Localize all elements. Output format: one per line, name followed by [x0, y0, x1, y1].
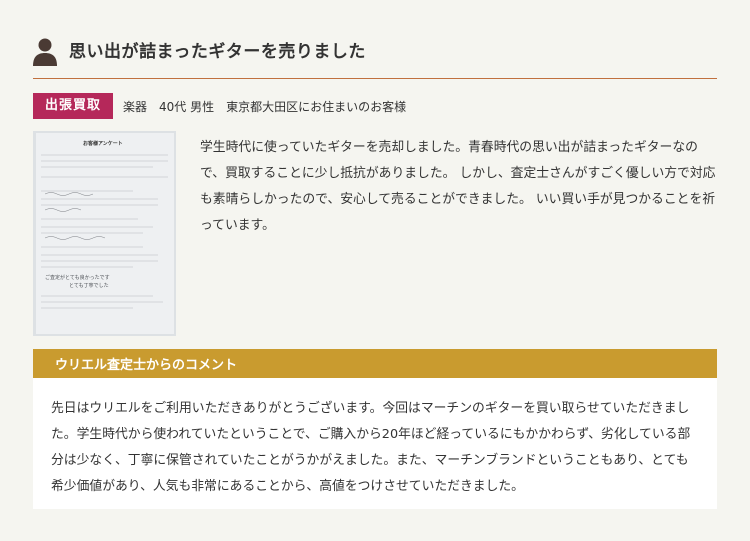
service-type-badge: 出張買取: [33, 93, 114, 119]
customer-details: 楽器 40代 男性 東京都大田区にお住まいのお客様: [123, 99, 407, 114]
survey-title: お客様アンケート: [83, 140, 123, 147]
survey-handwriting-2: とても丁寧でした: [69, 282, 109, 289]
questionnaire-image: お客様アンケート ご査定がとても良かったです とても丁寧でした: [33, 131, 176, 336]
review-heading: 思い出が詰まったギターを売りました: [33, 37, 717, 79]
customer-review-text: 学生時代に使っていたギターを売却しました。青春時代の思い出が詰まったギターなので…: [200, 140, 716, 233]
customer-info: 出張買取 楽器 40代 男性 東京都大田区にお住まいのお客様: [33, 93, 406, 119]
person-icon: [33, 38, 57, 66]
appraiser-comment-text: 先日はウリエルをご利用いただきありがとうございます。今回はマーチンのギターを買い…: [51, 401, 691, 494]
appraiser-comment-body: 先日はウリエルをご利用いただきありがとうございます。今回はマーチンのギターを買い…: [33, 378, 717, 509]
appraiser-comment-title: ウリエル査定士からのコメント: [55, 358, 238, 373]
survey-handwriting-1: ご査定がとても良かったです: [45, 274, 110, 281]
appraiser-comment-header: ウリエル査定士からのコメント: [33, 349, 717, 378]
page-title: 思い出が詰まったギターを売りました: [69, 42, 366, 62]
review-page: 思い出が詰まったギターを売りました 出張買取 楽器 40代 男性 東京都大田区に…: [0, 0, 750, 541]
